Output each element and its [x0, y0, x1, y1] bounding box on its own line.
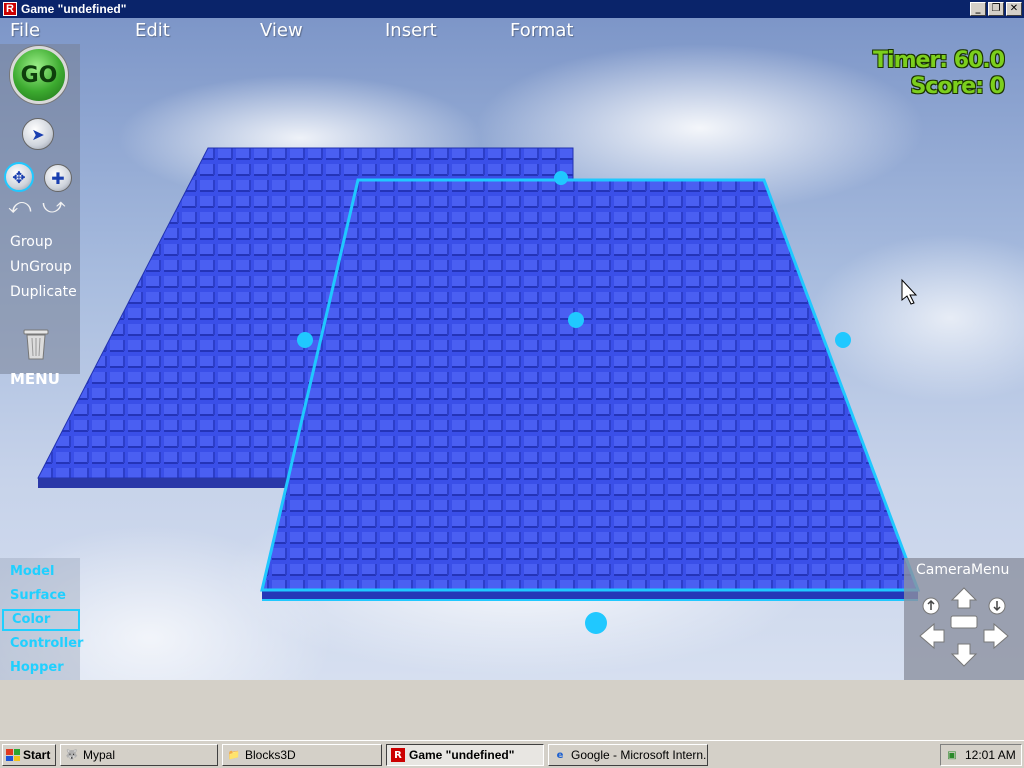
- folder-icon: 📁: [227, 749, 241, 761]
- arrow-pointer-tool[interactable]: ➤: [22, 118, 54, 150]
- trash-icon[interactable]: [22, 326, 50, 360]
- taskbar-item-blocks3d[interactable]: 📁 Blocks3D: [222, 744, 382, 766]
- clock[interactable]: 12:01 AM: [965, 748, 1016, 762]
- mypal-icon: 🐺: [65, 749, 79, 761]
- camera-menu: CameraMenu: [904, 558, 1024, 680]
- menu-button[interactable]: MENU: [10, 370, 60, 388]
- menu-view[interactable]: View: [260, 20, 303, 41]
- mouse-cursor-icon: [901, 278, 918, 305]
- resize-handle[interactable]: [297, 332, 313, 348]
- game-viewport[interactable]: File Edit View Insert Format GO ➤ ✥ ✚ ⤺ …: [0, 18, 1024, 680]
- rotate-left-icon[interactable]: ⤺: [8, 194, 34, 220]
- minimize-button[interactable]: _: [970, 2, 986, 16]
- window-title: Game "undefined": [21, 2, 127, 16]
- menu-bar: File Edit View Insert Format: [0, 20, 600, 44]
- taskbar-item-google-ie[interactable]: e Google - Microsoft Intern...: [548, 744, 708, 766]
- menu-edit[interactable]: Edit: [135, 20, 170, 41]
- maximize-button[interactable]: ❐: [988, 2, 1004, 16]
- category-surface[interactable]: Surface: [10, 588, 66, 603]
- window-controls: _ ❐ ✕: [970, 2, 1022, 16]
- network-icon[interactable]: ▣: [945, 748, 959, 762]
- score-display: Score: 0: [910, 74, 1005, 99]
- window-status-area: [0, 680, 1024, 740]
- scale-tool[interactable]: ✥: [4, 162, 34, 192]
- ie-icon: e: [556, 749, 564, 761]
- 3d-scene[interactable]: [0, 18, 1024, 680]
- category-panel: Model Surface Color Controller Hopper: [0, 558, 83, 680]
- category-color[interactable]: Color: [2, 609, 80, 631]
- menu-format[interactable]: Format: [510, 20, 573, 41]
- camera-left-arrow-icon[interactable]: [919, 622, 945, 650]
- roblox-icon: R: [391, 748, 405, 762]
- camera-center-icon[interactable]: [950, 615, 978, 629]
- window-title-bar[interactable]: R Game "undefined" _ ❐ ✕: [0, 0, 1024, 18]
- resize-handle[interactable]: [568, 312, 584, 328]
- resize-handle[interactable]: [585, 612, 607, 634]
- camera-up-arrow-icon[interactable]: [950, 587, 978, 609]
- front-baseplate[interactable]: [260, 178, 921, 601]
- start-label: Start: [23, 748, 51, 762]
- category-hopper[interactable]: Hopper: [10, 660, 64, 675]
- camera-menu-title: CameraMenu: [916, 562, 1010, 578]
- move-tool[interactable]: ✚: [44, 164, 72, 192]
- menu-insert[interactable]: Insert: [385, 20, 437, 41]
- pointer-icon: ➤: [31, 124, 45, 144]
- duplicate-button[interactable]: Duplicate: [10, 284, 77, 300]
- timer-display: Timer: 60.0: [873, 48, 1005, 73]
- camera-down-arrow-icon[interactable]: [950, 643, 978, 667]
- system-tray: ▣ 12:01 AM: [940, 744, 1022, 766]
- start-button[interactable]: Start: [2, 744, 56, 766]
- taskbar: Start 🐺 Mypal 📁 Blocks3D R Game "undefin…: [0, 740, 1024, 768]
- go-button[interactable]: GO: [10, 46, 68, 104]
- camera-right-arrow-icon[interactable]: [983, 622, 1009, 650]
- ungroup-button[interactable]: UnGroup: [10, 259, 72, 275]
- group-button[interactable]: Group: [10, 234, 53, 250]
- close-button[interactable]: ✕: [1006, 2, 1022, 16]
- windows-flag-icon: [6, 749, 20, 761]
- rotate-up-icon[interactable]: ⤻: [42, 194, 68, 220]
- taskbar-item-game[interactable]: R Game "undefined": [386, 744, 544, 766]
- left-toolbar: GO ➤ ✥ ✚ ⤺ ⤻ Group UnGroup Duplicate MEN…: [0, 44, 80, 388]
- resize-icon: ✥: [12, 167, 26, 187]
- roblox-app-icon: R: [3, 2, 17, 16]
- category-controller[interactable]: Controller: [10, 636, 83, 651]
- category-model[interactable]: Model: [10, 564, 54, 579]
- camera-controls: [919, 587, 1009, 667]
- move-icon: ✚: [51, 168, 65, 188]
- menu-file[interactable]: File: [10, 20, 40, 41]
- taskbar-item-mypal[interactable]: 🐺 Mypal: [60, 744, 218, 766]
- resize-handle[interactable]: [554, 171, 568, 185]
- resize-handle[interactable]: [835, 332, 851, 348]
